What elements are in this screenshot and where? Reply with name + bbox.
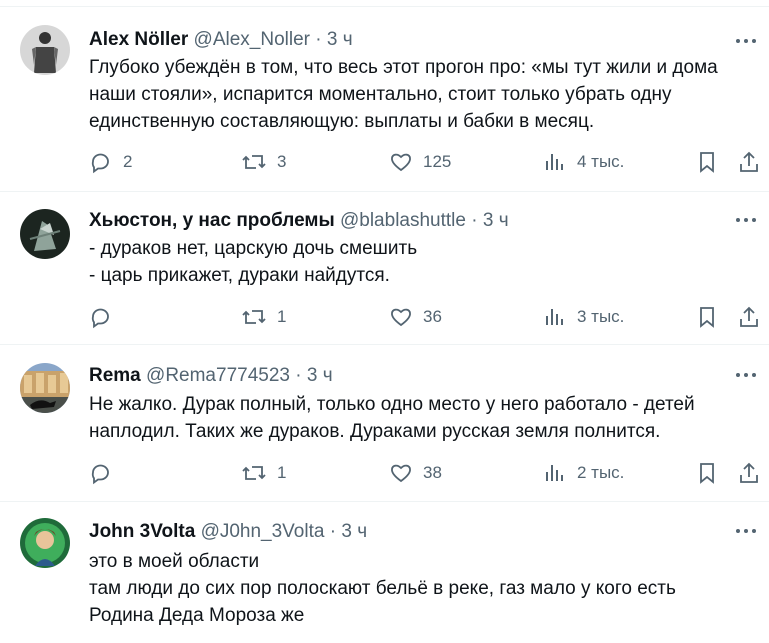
views-button[interactable]: 3 тыс. xyxy=(543,303,624,331)
share-button[interactable] xyxy=(737,459,761,487)
repost-icon xyxy=(242,310,266,324)
tweet-header: Alex Nöller @Alex_Noller · 3 ч xyxy=(89,28,353,52)
views-icon xyxy=(546,309,563,325)
tweet-line: единственную составляющую: выплаты и баб… xyxy=(89,111,595,132)
like-count: 125 xyxy=(423,152,452,171)
author-handle[interactable]: @Alex_Noller xyxy=(194,29,310,50)
action-bar: 1 36 3 тыс. xyxy=(89,303,759,331)
tweet-line: Глубоко убеждён в том, что весь этот про… xyxy=(89,57,718,78)
repost-button[interactable]: 3 xyxy=(241,148,286,176)
views-icon xyxy=(546,154,563,170)
share-icon xyxy=(740,306,758,327)
like-count: 38 xyxy=(423,463,442,482)
repost-icon xyxy=(242,155,266,169)
more-icon[interactable] xyxy=(731,210,761,230)
bookmark-icon xyxy=(700,152,714,173)
separator-dot: · xyxy=(295,365,302,386)
tweet-text: это в моей области там люди до сих пор п… xyxy=(89,548,749,629)
author-name[interactable]: Rema xyxy=(89,365,141,386)
views-icon xyxy=(546,465,563,481)
tweet-header: Rema @Rema7774523 · 3 ч xyxy=(89,364,333,388)
share-button[interactable] xyxy=(737,148,761,176)
tweet-line: это в моей области xyxy=(89,551,260,572)
like-count: 36 xyxy=(423,307,442,326)
tweet[interactable]: Хьюстон, у нас проблемы @blablashuttle ·… xyxy=(0,192,769,345)
timestamp[interactable]: 3 ч xyxy=(483,210,509,231)
reply-button[interactable]: 2 xyxy=(89,148,132,176)
avatar[interactable] xyxy=(20,209,70,259)
like-button[interactable]: 36 xyxy=(389,303,442,331)
views-count: 3 тыс. xyxy=(577,307,625,326)
author-name[interactable]: John 3Volta xyxy=(89,521,195,542)
views-count: 4 тыс. xyxy=(577,152,625,171)
like-button[interactable]: 125 xyxy=(389,148,451,176)
timestamp[interactable]: 3 ч xyxy=(327,29,353,50)
top-divider xyxy=(0,0,769,7)
heart-icon xyxy=(391,464,411,483)
views-button[interactable]: 2 тыс. xyxy=(543,459,624,487)
tweet-line: там люди до сих пор полоскают бельё в ре… xyxy=(89,578,676,599)
repost-icon xyxy=(242,466,266,480)
avatar[interactable] xyxy=(20,518,70,568)
views-count: 2 тыс. xyxy=(577,463,625,482)
heart-icon xyxy=(391,153,411,172)
more-icon[interactable] xyxy=(731,365,761,385)
repost-button[interactable]: 1 xyxy=(241,459,286,487)
author-name[interactable]: Alex Nöller xyxy=(89,29,188,50)
tweet-text: Не жалко. Дурак полный, только одно мест… xyxy=(89,391,749,445)
tweet-line: - царь прикажет, дураки найдутся. xyxy=(89,265,390,286)
action-bar: 2 3 125 4 тыс. xyxy=(89,148,759,176)
repost-count: 3 xyxy=(277,152,287,171)
tweet-line: наши стояли», испарится моментально, сто… xyxy=(89,84,672,105)
tweet-header: John 3Volta @J0hn_3Volta · 3 ч xyxy=(89,520,367,544)
share-icon xyxy=(740,151,758,172)
reply-icon xyxy=(91,308,109,329)
tweet-line: наплодил. Таких же дураков. Дураками рус… xyxy=(89,421,661,442)
author-handle[interactable]: @J0hn_3Volta xyxy=(201,521,325,542)
bookmark-button[interactable] xyxy=(695,303,719,331)
author-handle[interactable]: @Rema7774523 xyxy=(146,365,290,386)
separator-dot: · xyxy=(315,29,322,50)
bookmark-icon xyxy=(700,307,714,328)
more-icon[interactable] xyxy=(731,31,761,51)
bookmark-button[interactable] xyxy=(695,148,719,176)
tweet-text: Глубоко убеждён в том, что весь этот про… xyxy=(89,54,749,135)
share-button[interactable] xyxy=(737,303,761,331)
bookmark-icon xyxy=(700,463,714,484)
action-bar: 1 38 2 тыс. xyxy=(89,459,759,487)
avatar[interactable] xyxy=(20,363,70,413)
heart-icon xyxy=(391,308,411,327)
views-button[interactable]: 4 тыс. xyxy=(543,148,624,176)
tweet[interactable]: John 3Volta @J0hn_3Volta · 3 ч это в мое… xyxy=(0,502,769,643)
tweet-text: - дураков нет, царскую дочь смешить - ца… xyxy=(89,235,749,289)
reply-button[interactable] xyxy=(89,303,123,331)
separator-dot: · xyxy=(329,521,337,542)
repost-count: 1 xyxy=(277,463,287,482)
repost-button[interactable]: 1 xyxy=(241,303,286,331)
avatar[interactable] xyxy=(20,25,70,75)
tweet-line: Родина Деда Мороза же xyxy=(89,605,305,626)
timestamp[interactable]: 3 ч xyxy=(307,365,333,386)
reply-count: 2 xyxy=(123,152,133,171)
more-icon[interactable] xyxy=(731,521,761,541)
author-handle[interactable]: @blablashuttle xyxy=(340,210,466,231)
tweet[interactable]: Alex Nöller @Alex_Noller · 3 ч Глубоко у… xyxy=(0,7,769,192)
tweet-header: Хьюстон, у нас проблемы @blablashuttle ·… xyxy=(89,209,509,233)
author-name[interactable]: Хьюстон, у нас проблемы xyxy=(89,210,335,231)
share-icon xyxy=(740,462,758,483)
bookmark-button[interactable] xyxy=(695,459,719,487)
tweet-line: Не жалко. Дурак полный, только одно мест… xyxy=(89,394,695,415)
repost-count: 1 xyxy=(277,307,287,326)
reply-icon xyxy=(91,153,109,174)
reply-button[interactable] xyxy=(89,459,123,487)
tweet-line: - дураков нет, царскую дочь смешить xyxy=(89,238,418,259)
timestamp[interactable]: 3 ч xyxy=(341,521,367,542)
tweet[interactable]: Rema @Rema7774523 · 3 ч Не жалко. Дурак … xyxy=(0,345,769,502)
reply-icon xyxy=(91,464,109,485)
separator-dot: · xyxy=(471,210,478,231)
like-button[interactable]: 38 xyxy=(389,459,442,487)
